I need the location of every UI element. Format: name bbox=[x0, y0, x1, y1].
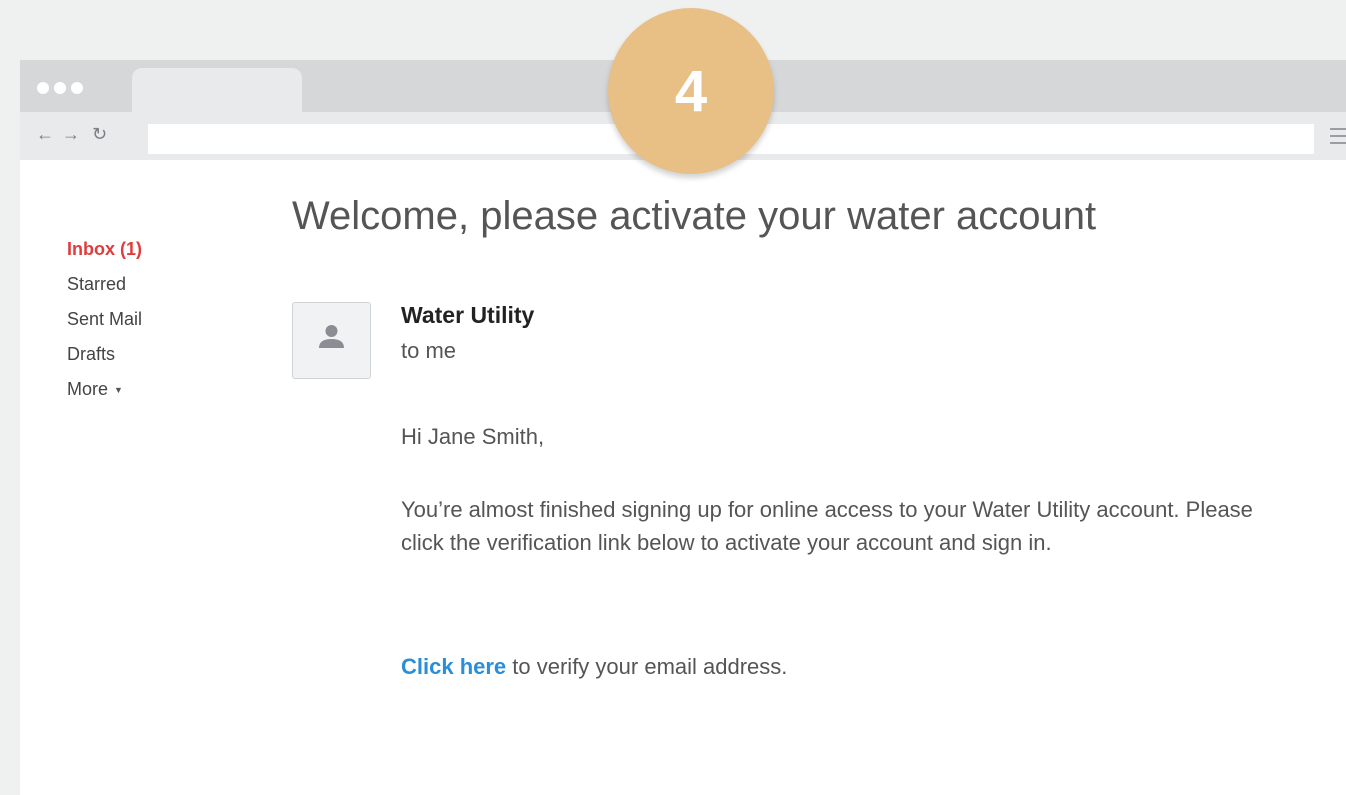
hamburger-menu-icon[interactable] bbox=[1330, 128, 1346, 149]
sender-avatar bbox=[292, 302, 371, 379]
sidebar-item-label: Drafts bbox=[67, 344, 116, 364]
back-arrow-icon[interactable]: ← bbox=[36, 124, 54, 144]
sidebar-item-label: More bbox=[67, 379, 109, 399]
window-dot-icon[interactable] bbox=[54, 82, 66, 94]
window-dot-icon[interactable] bbox=[37, 82, 49, 94]
sidebar-item-sent-mail[interactable]: Sent Mail bbox=[67, 302, 142, 337]
sidebar-item-inbox[interactable]: Inbox (1) bbox=[67, 232, 142, 267]
verify-line-text: to verify your email address. bbox=[506, 654, 788, 679]
sidebar-item-label: Inbox (1) bbox=[67, 239, 142, 259]
caret-down-icon: ▼ bbox=[114, 385, 123, 395]
sidebar-item-starred[interactable]: Starred bbox=[67, 267, 142, 302]
mail-sidebar: Inbox (1) Starred Sent Mail Drafts More ▼ bbox=[67, 232, 142, 407]
sidebar-item-drafts[interactable]: Drafts bbox=[67, 337, 142, 372]
avatar-person-icon bbox=[319, 325, 344, 348]
verify-line: Click here to verify your email address. bbox=[401, 650, 1301, 683]
window-controls bbox=[37, 82, 83, 94]
verify-link[interactable]: Click here bbox=[401, 654, 506, 679]
forward-arrow-icon[interactable]: → bbox=[62, 124, 80, 144]
sidebar-item-label: Sent Mail bbox=[67, 309, 143, 329]
sidebar-item-label: Starred bbox=[67, 274, 127, 294]
window-dot-icon[interactable] bbox=[71, 82, 83, 94]
browser-tab[interactable] bbox=[132, 68, 302, 112]
sidebar-item-more[interactable]: More ▼ bbox=[67, 372, 142, 407]
step-badge: 4 bbox=[608, 8, 774, 174]
email-paragraph: You’re almost finished signing up for on… bbox=[401, 497, 1253, 555]
email-subject: Welcome, please activate your water acco… bbox=[292, 194, 1097, 238]
email-greeting: Hi Jane Smith, bbox=[401, 424, 545, 449]
reload-icon[interactable]: ↻ bbox=[92, 124, 107, 144]
sender-name: Water Utility bbox=[401, 302, 535, 328]
recipient-label: to me bbox=[401, 338, 457, 363]
step-number: 4 bbox=[674, 58, 708, 124]
